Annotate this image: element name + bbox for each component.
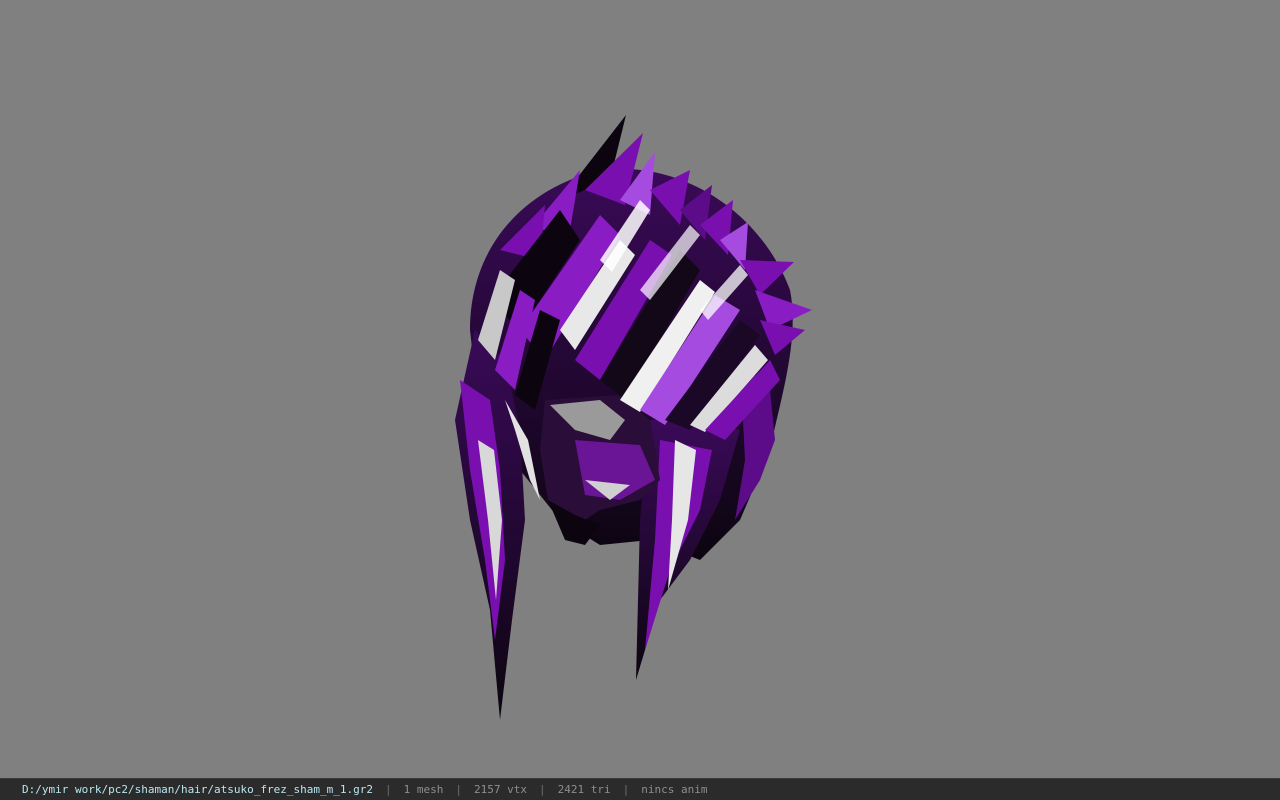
separator: | — [622, 783, 630, 796]
separator: | — [385, 783, 392, 796]
separator: | — [455, 783, 462, 796]
file-path-label: D:/ymir work/pc2/shaman/hair/atsuko_frez… — [22, 783, 373, 796]
separator: | — [538, 783, 546, 796]
vertex-count-label: 2157 vtx — [474, 783, 527, 796]
hair-model-render[interactable] — [0, 0, 1280, 778]
triangle-count-label: 2421 tri — [557, 783, 611, 796]
mesh-count-label: 1 mesh — [403, 783, 444, 796]
3d-viewport[interactable] — [0, 0, 1280, 778]
status-bar: D:/ymir work/pc2/shaman/hair/atsuko_frez… — [0, 778, 1280, 800]
animation-status-label: nincs anim — [641, 783, 708, 796]
